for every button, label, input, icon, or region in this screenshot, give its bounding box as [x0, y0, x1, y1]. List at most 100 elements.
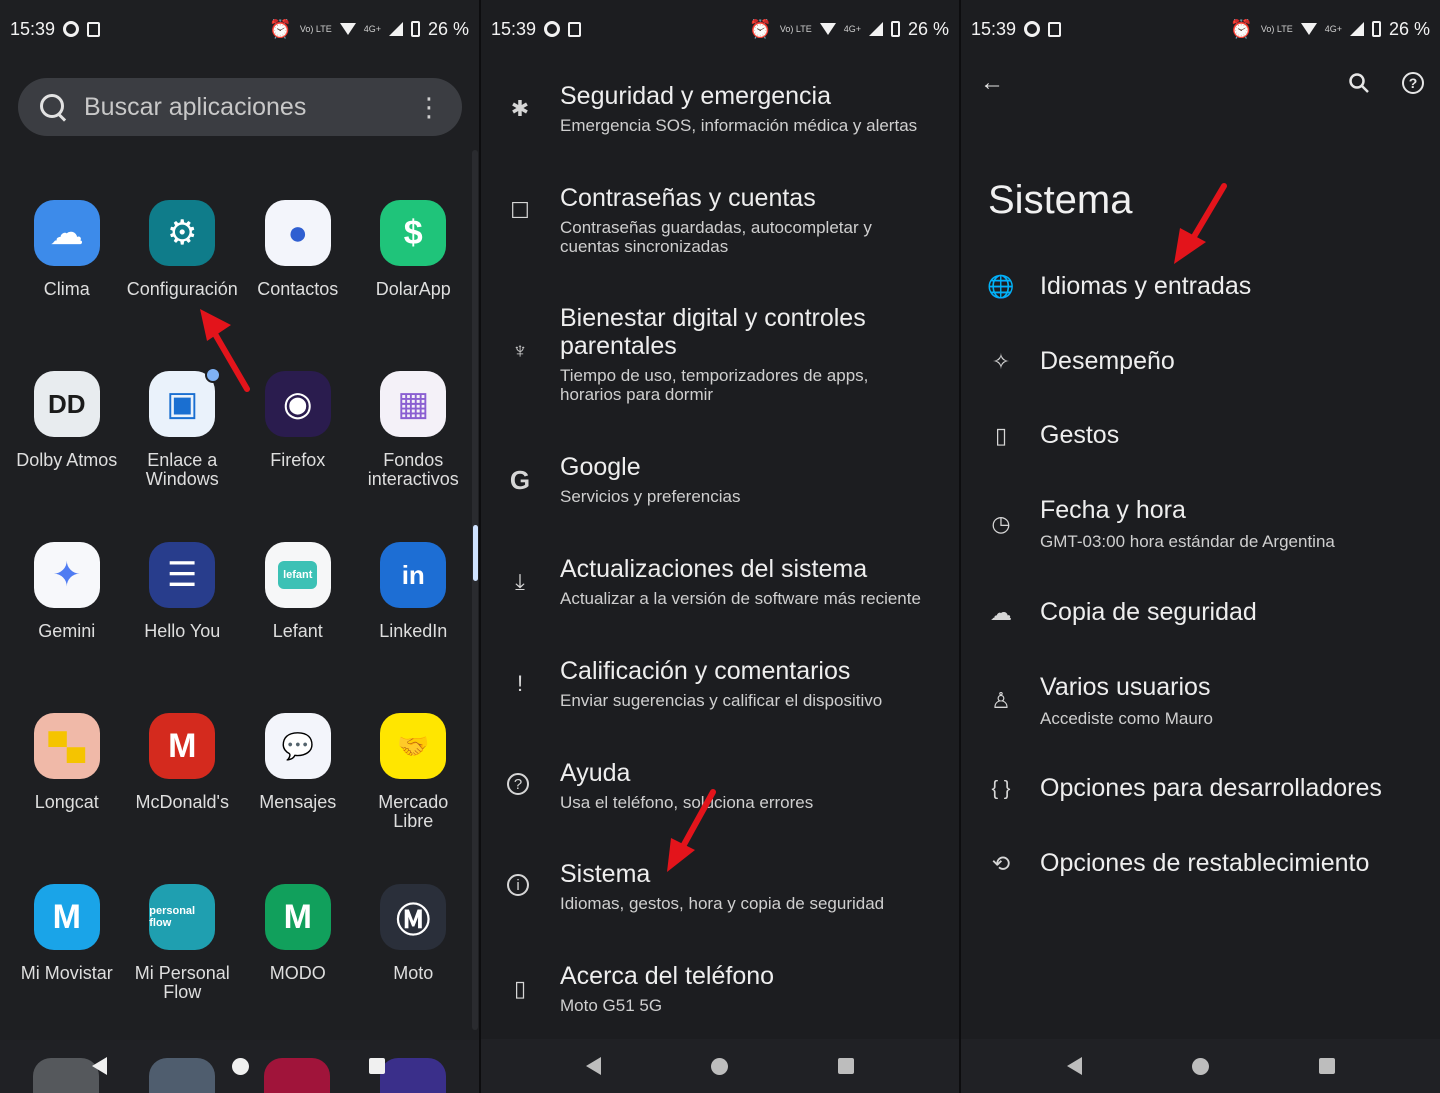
dollar-note-icon[interactable]: $ [380, 200, 447, 266]
app-icon-glyph: ◉ [282, 385, 313, 423]
app-wallpaper[interactable]: ▦ Fondos interactivos [356, 371, 472, 542]
app-label: LinkedIn [379, 621, 448, 641]
app-label: McDonald's [135, 792, 229, 812]
battery-level: 26 % [427, 18, 469, 39]
cloud-sun-icon[interactable]: ☁ [33, 200, 100, 266]
movistar-icon[interactable]: M [33, 884, 100, 950]
nav-home-button[interactable] [711, 1057, 728, 1075]
sistema-item-title: Idiomas y entradas [1040, 272, 1252, 300]
app-cloud-sun[interactable]: ☁ Clima [9, 200, 125, 371]
dock-app-icon[interactable] [33, 1058, 99, 1093]
search-input[interactable]: Buscar aplicaciones [84, 93, 416, 122]
app-icon-glyph: Ⓜ [396, 901, 431, 940]
link-to-windows-icon[interactable]: ▣ [149, 367, 222, 437]
messages-icon[interactable]: 💬 [264, 713, 331, 779]
nav-home-button[interactable] [1191, 1057, 1209, 1075]
app-icon-glyph: ☁ [49, 214, 84, 252]
nav-recents-button[interactable] [838, 1058, 854, 1074]
mercado-libre-icon[interactable]: 🤝 [380, 713, 447, 779]
mcdonalds-icon[interactable]: M [149, 713, 216, 779]
firefox-icon[interactable]: ◉ [264, 371, 331, 437]
app-link-to-windows[interactable]: ▣ Enlace a Windows [125, 367, 241, 542]
nav-recents-button[interactable] [1318, 1058, 1335, 1074]
app-personal-flow[interactable]: personal flow Mi Personal Flow [125, 884, 241, 1055]
volte-icon: Vo) LTE [1260, 24, 1293, 34]
svg-text:?: ? [1409, 75, 1418, 91]
navigation-bar [481, 1039, 959, 1093]
app-label: Mi Personal Flow [134, 963, 230, 1002]
app-linkedin[interactable]: in LinkedIn [356, 542, 472, 713]
personal-flow-icon[interactable]: personal flow [149, 884, 216, 950]
battery-icon [890, 21, 900, 37]
app-dolby[interactable]: DD Dolby Atmos [9, 371, 125, 542]
nav-recents-button[interactable] [369, 1058, 385, 1074]
longcat-icon[interactable]: ▀▄ [33, 713, 100, 779]
dolby-icon[interactable]: DD [33, 371, 100, 437]
dock-app-icon[interactable] [380, 1058, 446, 1093]
notification-icon [568, 21, 582, 37]
wifi-icon [339, 23, 356, 35]
notification-icon [544, 21, 561, 37]
app-label: Firefox [270, 450, 326, 470]
app-label: Hello You [144, 621, 221, 641]
search-icon[interactable] [1344, 68, 1374, 98]
app-longcat[interactable]: ▀▄ Longcat [9, 713, 125, 884]
sistema-item-title: Gestos [1040, 421, 1120, 449]
more-options-icon[interactable]: ⋮ [416, 94, 442, 120]
gear-icon[interactable]: ⚙ [149, 200, 216, 266]
signal-icon [1349, 22, 1364, 36]
app-mcdonalds[interactable]: M McDonald's [125, 713, 241, 884]
app-hello-you[interactable]: ☰ Hello You [125, 542, 241, 713]
app-dollar-note[interactable]: $ DolarApp [356, 200, 472, 371]
signal-icon [868, 22, 883, 36]
dock-app-icon[interactable] [264, 1058, 330, 1093]
help-icon: ? [507, 773, 529, 795]
app-person[interactable]: ● Contactos [240, 200, 356, 371]
lefant-icon[interactable]: lefant [264, 542, 331, 608]
app-moto[interactable]: Ⓜ Moto [356, 884, 472, 1055]
help-icon[interactable]: ? [1398, 68, 1428, 98]
settings-item-title: Sistema [560, 860, 651, 888]
scrollbar-thumb[interactable] [473, 525, 478, 581]
battery-icon [1371, 21, 1381, 37]
app-gemini-star[interactable]: ✦ Gemini [9, 542, 125, 713]
hello-you-icon[interactable]: ☰ [149, 542, 216, 608]
history-icon: ⟲ [991, 851, 1011, 876]
app-mercado-libre[interactable]: 🤝 Mercado Libre [356, 713, 472, 884]
settings-panel: 15:39 ⏰ Vo) LTE 4G+ 26 % ✱ Seguridad y em… [481, 0, 959, 1093]
app-label: Mensajes [259, 792, 337, 812]
wallpaper-icon[interactable]: ▦ [380, 371, 447, 437]
app-label: Moto [393, 963, 434, 983]
settings-item-subtitle: Servicios y preferencias [560, 487, 741, 506]
app-search-bar[interactable]: Buscar aplicaciones ⋮ [18, 78, 462, 136]
nav-home-button[interactable] [232, 1058, 249, 1075]
app-firefox[interactable]: ◉ Firefox [240, 371, 356, 542]
moto-icon[interactable]: Ⓜ [380, 884, 447, 950]
volte-icon: Vo) LTE [299, 24, 332, 34]
app-lefant[interactable]: lefant Lefant [240, 542, 356, 713]
sistema-item-title: Desempeño [1040, 347, 1175, 375]
settings-item-title: Seguridad y emergencia [560, 82, 831, 110]
app-label: Fondos interactivos [367, 450, 459, 489]
app-grid: ☁ Clima ⚙ Configuración ● Contactos $ DolarApp D… [9, 200, 471, 1055]
status-time: 15:39 [491, 18, 537, 39]
app-label: DolarApp [375, 279, 451, 299]
app-icon-glyph: M [52, 897, 81, 936]
sistema-item-title: Fecha y hora [1040, 496, 1186, 524]
nav-back-button[interactable] [92, 1057, 107, 1075]
app-modo[interactable]: M MODO [240, 884, 356, 1055]
linkedin-icon[interactable]: in [380, 542, 447, 608]
app-gear[interactable]: ⚙ Configuración [125, 200, 241, 371]
app-label: Lefant [272, 621, 323, 641]
page-title: Sistema [988, 178, 1133, 222]
app-messages[interactable]: 💬 Mensajes [240, 713, 356, 884]
gemini-star-icon[interactable]: ✦ [33, 542, 100, 608]
nav-back-button[interactable] [586, 1057, 601, 1075]
person-icon[interactable]: ● [264, 200, 331, 266]
nav-back-button[interactable] [1066, 1057, 1082, 1075]
back-arrow-icon[interactable]: ← [977, 68, 1007, 98]
dock-app-icon[interactable] [149, 1058, 215, 1093]
modo-icon[interactable]: M [264, 884, 331, 950]
app-movistar[interactable]: M Mi Movistar [9, 884, 125, 1055]
settings-item-subtitle: Enviar sugerencias y calificar el dispos… [560, 691, 883, 710]
